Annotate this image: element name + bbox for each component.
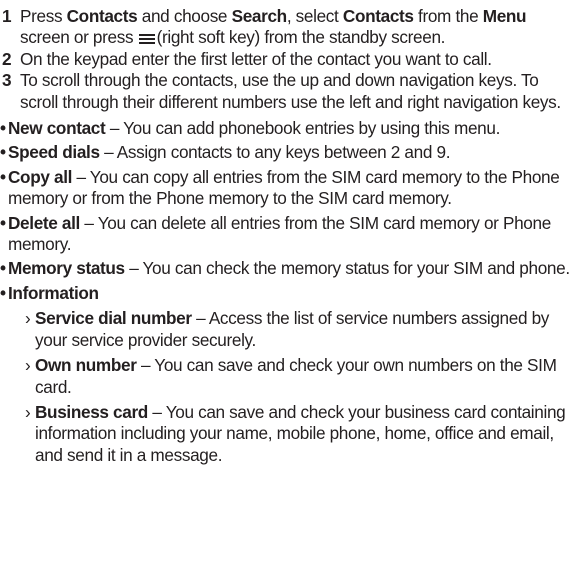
manual-page: 1 Press Contacts and choose Search, selec… bbox=[0, 0, 571, 566]
step-text: and choose bbox=[137, 6, 232, 26]
bullet-desc: – You can add phonebook entries by using… bbox=[105, 118, 501, 139]
bullet-speed-dials: • Speed dials – Assign contacts to any ke… bbox=[0, 142, 571, 163]
bullet-term: Speed dials bbox=[8, 142, 100, 163]
bullet-desc: – Assign contacts to any keys between 2 … bbox=[99, 142, 451, 163]
bullet-desc: – You can copy all entries from the SIM … bbox=[8, 166, 560, 209]
step-text: , select bbox=[286, 6, 343, 26]
step-text: from the bbox=[413, 6, 483, 26]
step-number: 3 bbox=[2, 70, 12, 91]
bullet-desc: – You can delete all entries from the SI… bbox=[8, 212, 551, 255]
bullet-icon: • bbox=[0, 258, 6, 279]
bullet-icon: • bbox=[0, 118, 6, 139]
sub-item-term: Service dial number bbox=[35, 308, 192, 329]
bullet-term: Copy all bbox=[8, 166, 73, 187]
step-3: 3 To scroll through the contacts, use the… bbox=[0, 70, 571, 113]
chevron-right-icon: › bbox=[25, 355, 31, 376]
chevron-right-icon: › bbox=[25, 401, 31, 422]
bullet-term: Information bbox=[8, 282, 99, 303]
bullet-icon: • bbox=[0, 212, 6, 233]
step-term: Menu bbox=[482, 6, 527, 26]
bullet-icon: • bbox=[0, 282, 6, 303]
bullet-new-contact: • New contact – You can add phonebook ent… bbox=[0, 118, 571, 139]
bullet-term: Memory status bbox=[8, 258, 125, 279]
step-term: Contacts bbox=[342, 6, 414, 26]
bullet-copy-all: • Copy all – You can copy all entries fro… bbox=[0, 167, 571, 210]
bullet-term: Delete all bbox=[8, 212, 80, 233]
softkey-menu-icon bbox=[138, 34, 155, 45]
step-number: 1 bbox=[2, 6, 12, 26]
sub-item-business-card: › Business card – You can save and check … bbox=[0, 402, 571, 466]
step-text: To scroll through the contacts, use the … bbox=[20, 70, 561, 112]
step-2: 2 On the keypad enter the first letter of… bbox=[0, 49, 571, 70]
sub-item-term: Own number bbox=[35, 355, 137, 376]
step-text: screen or press bbox=[20, 27, 138, 48]
step-1: 1 Press Contacts and choose Search, selec… bbox=[0, 6, 571, 49]
step-text: Press bbox=[20, 6, 67, 26]
step-text: (right soft key) from the standby screen… bbox=[156, 27, 446, 48]
bullet-delete-all: • Delete all – You can delete all entries… bbox=[0, 213, 571, 256]
step-number: 2 bbox=[2, 48, 12, 69]
step-text: On the keypad enter the first letter of … bbox=[20, 48, 492, 69]
step-term: Contacts bbox=[66, 6, 138, 26]
sub-item-own-number: › Own number – You can save and check you… bbox=[0, 355, 571, 398]
chevron-right-icon: › bbox=[25, 308, 31, 329]
bullet-memory-status: • Memory status – You can check the memor… bbox=[0, 258, 571, 279]
bullet-term: New contact bbox=[8, 118, 106, 139]
sub-item-service-dial-number: › Service dial number – Access the list o… bbox=[0, 308, 571, 351]
bullet-icon: • bbox=[0, 142, 6, 163]
bullet-information: • Information bbox=[0, 283, 571, 304]
sub-item-term: Business card bbox=[35, 401, 148, 422]
step-term: Search bbox=[231, 6, 288, 26]
bullet-icon: • bbox=[0, 166, 6, 187]
bullet-desc: – You can check the memory status for yo… bbox=[124, 258, 570, 279]
